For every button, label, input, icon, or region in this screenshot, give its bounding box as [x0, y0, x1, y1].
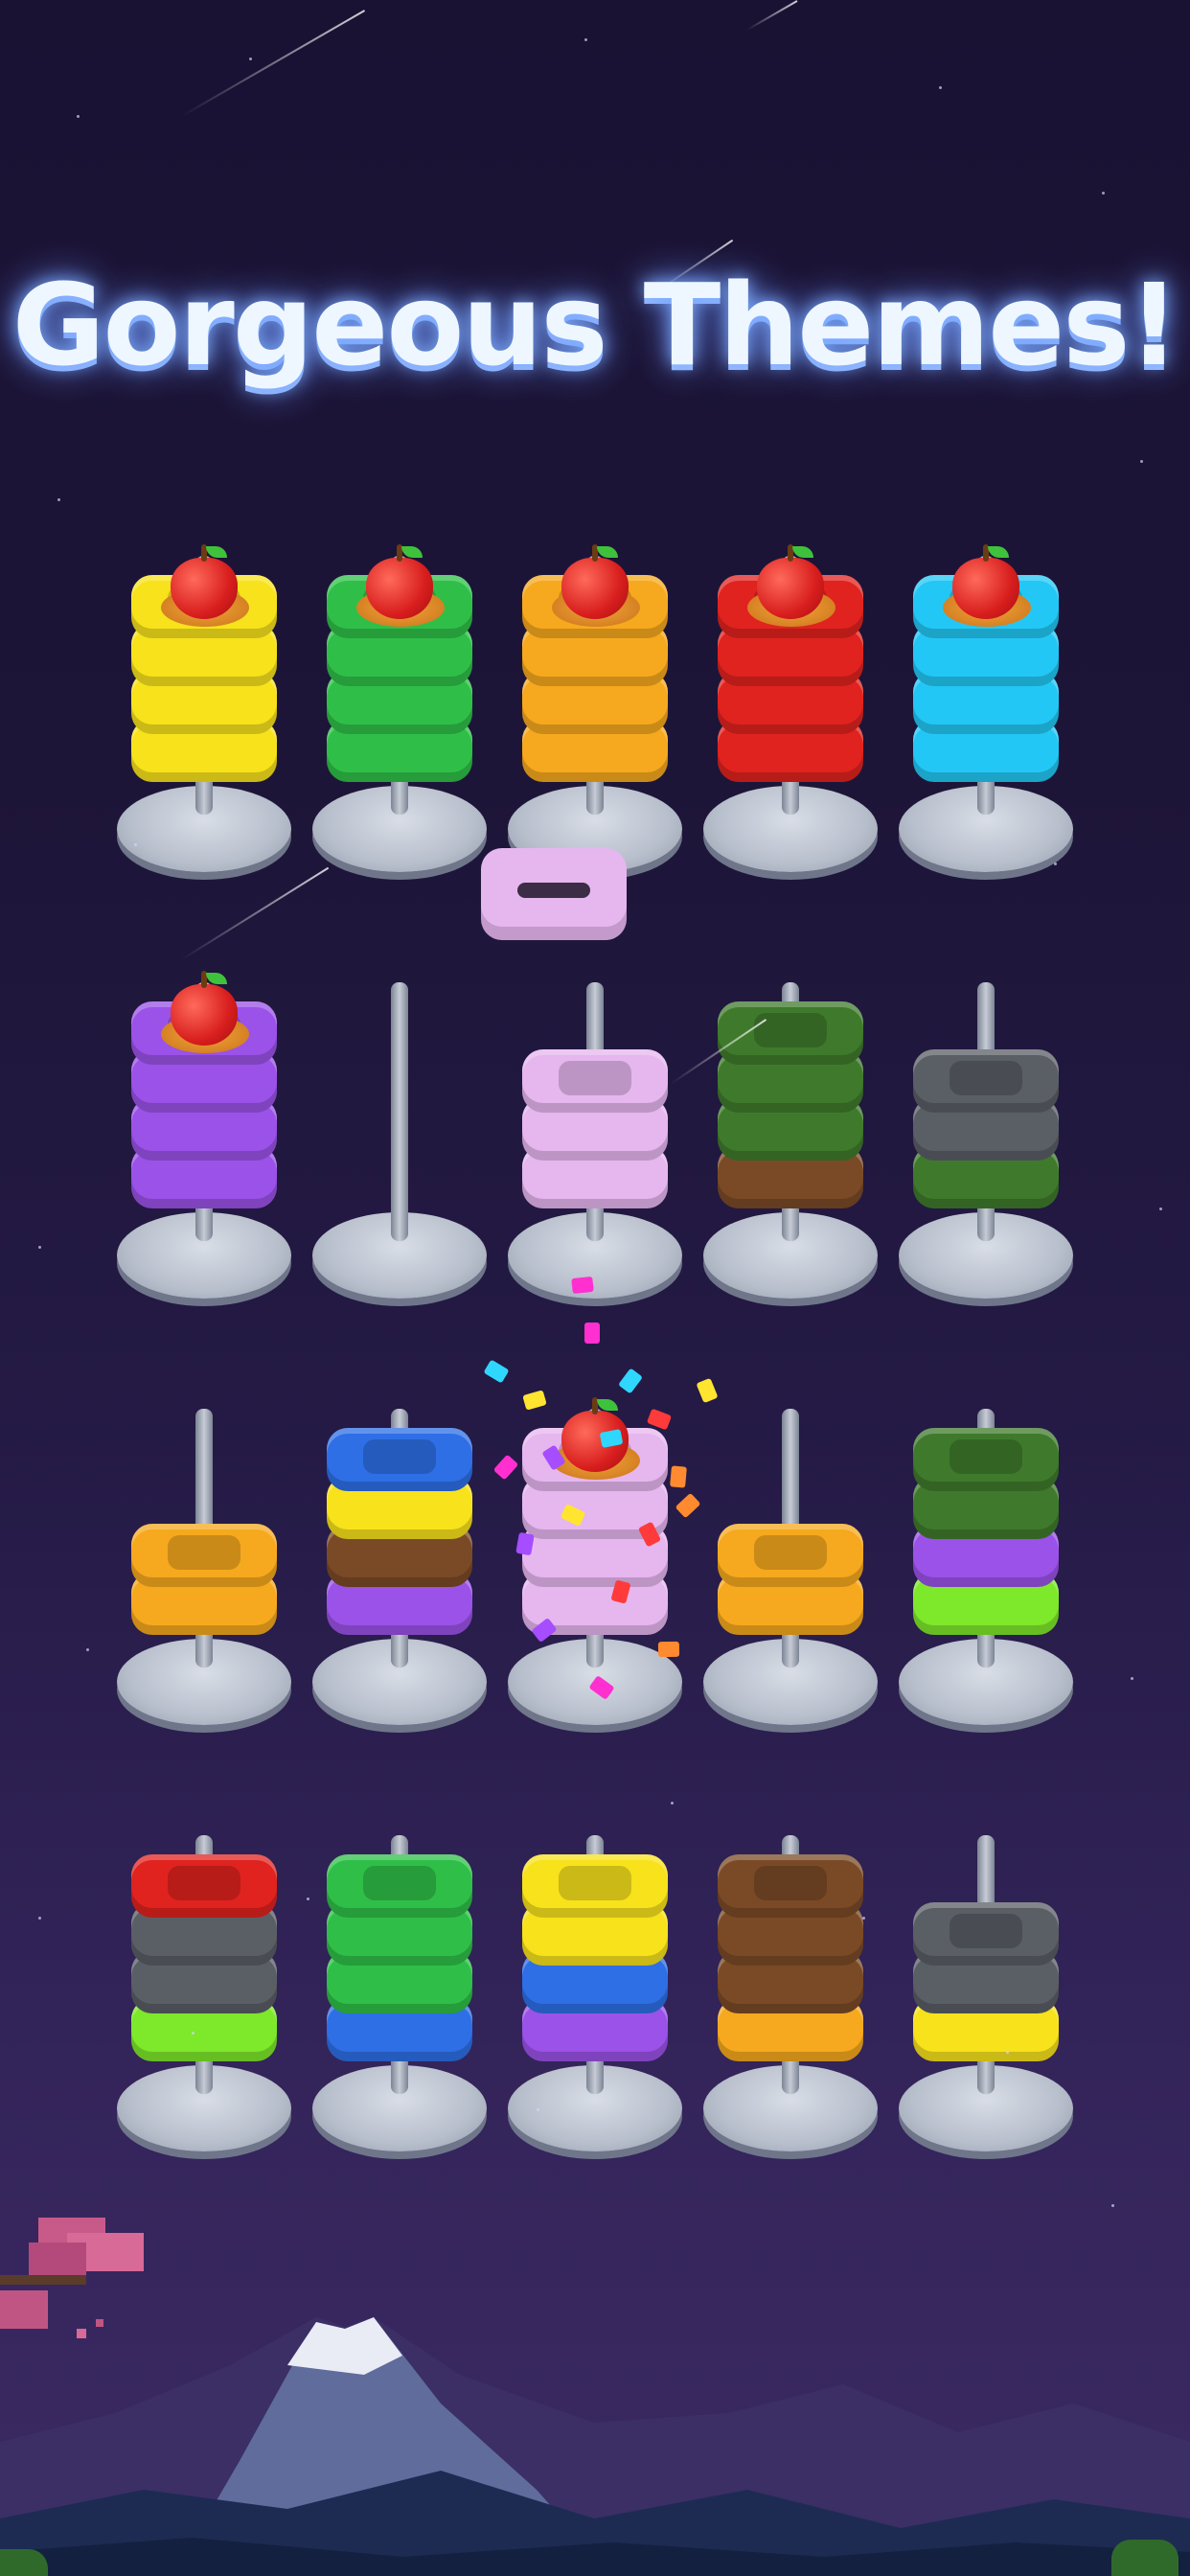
ring-orange[interactable]	[718, 1524, 863, 1587]
confetti-piece	[670, 1465, 687, 1488]
ring-hole	[168, 1866, 240, 1900]
star	[77, 115, 80, 118]
bush	[0, 2549, 48, 2576]
star	[38, 1246, 41, 1249]
shooting-star	[746, 0, 798, 31]
confetti-piece	[617, 1368, 644, 1394]
confetti-piece	[657, 1641, 680, 1658]
apple-icon	[561, 544, 629, 619]
confetti-piece	[675, 1492, 701, 1519]
apple-icon	[757, 544, 824, 619]
confetti-piece	[522, 1390, 547, 1411]
ring-hole	[950, 1439, 1022, 1474]
apple-icon	[366, 544, 433, 619]
star	[86, 1648, 89, 1651]
shooting-star	[181, 866, 330, 960]
star	[57, 498, 60, 501]
star	[671, 1802, 674, 1805]
star	[38, 1917, 41, 1920]
star	[1131, 1677, 1133, 1680]
star	[1102, 192, 1105, 195]
ring-hole	[517, 883, 590, 898]
confetti-piece	[483, 1359, 510, 1384]
ring-hole	[754, 1535, 827, 1570]
ring-hole	[363, 1866, 436, 1900]
ring-gray[interactable]	[913, 1902, 1059, 1966]
peg-pole	[391, 982, 408, 1241]
ring-darkgreen[interactable]	[718, 1001, 863, 1065]
apple-icon	[171, 544, 238, 619]
ring-hole	[754, 1866, 827, 1900]
star	[1159, 1208, 1162, 1210]
ring-hole	[168, 1535, 240, 1570]
star	[134, 843, 137, 846]
star	[939, 86, 942, 89]
page-title: Gorgeous Themes!	[11, 259, 1180, 391]
confetti-piece	[492, 1454, 519, 1481]
ring-green[interactable]	[327, 1854, 472, 1918]
star	[584, 38, 587, 41]
ring-blue[interactable]	[327, 1428, 472, 1491]
apple-icon	[171, 971, 238, 1046]
lifted-ring[interactable]	[481, 848, 627, 940]
apple-icon	[952, 544, 1019, 619]
star	[192, 2032, 195, 2035]
confetti-piece	[584, 1322, 600, 1344]
confetti-piece	[696, 1377, 719, 1404]
ring-lilac[interactable]	[522, 1049, 668, 1113]
cherry-blossom-branch	[0, 2218, 144, 2338]
ring-hole	[559, 1866, 631, 1900]
ring-hole	[950, 1914, 1022, 1948]
ring-hole	[559, 1061, 631, 1095]
confetti-piece	[571, 1276, 594, 1295]
mountain-landscape	[0, 2317, 1190, 2576]
ring-red[interactable]	[131, 1854, 277, 1918]
ring-yellow[interactable]	[522, 1854, 668, 1918]
shooting-star	[181, 10, 366, 117]
ring-brown[interactable]	[718, 1854, 863, 1918]
ring-gray[interactable]	[913, 1049, 1059, 1113]
star	[1054, 862, 1057, 865]
ring-hole	[363, 1439, 436, 1474]
star	[249, 58, 252, 60]
star	[307, 1898, 309, 1900]
game-scene: Gorgeous Themes!	[0, 0, 1190, 2576]
star	[1006, 2051, 1009, 2054]
ring-orange[interactable]	[131, 1524, 277, 1587]
star	[537, 2108, 539, 2111]
ring-hole	[950, 1061, 1022, 1095]
ring-darkgreen[interactable]	[913, 1428, 1059, 1491]
confetti-piece	[646, 1408, 673, 1431]
star	[1140, 460, 1143, 463]
bush	[1111, 2540, 1179, 2576]
star	[862, 1917, 865, 1920]
